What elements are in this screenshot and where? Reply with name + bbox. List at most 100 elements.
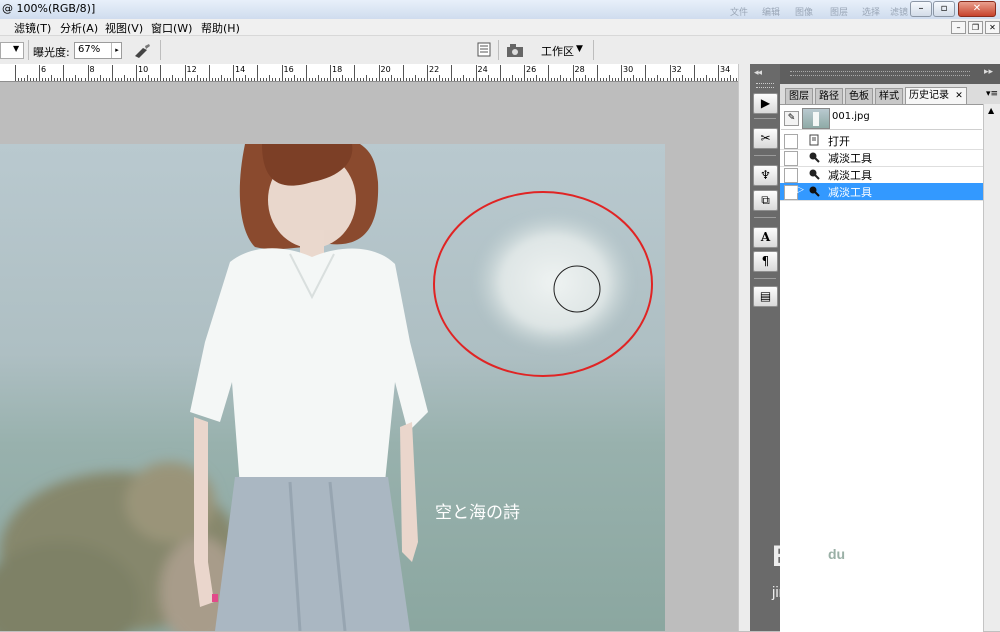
palette-well-icon[interactable]: [476, 42, 492, 57]
ruler-tick: [205, 78, 207, 81]
ruler-tick: [290, 78, 292, 81]
history-checkbox[interactable]: [784, 151, 798, 166]
ruler-tick: [539, 78, 541, 81]
history-row[interactable]: 减淡工具: [780, 149, 983, 167]
tools-icon[interactable]: ✂: [753, 128, 778, 149]
menu-help[interactable]: 帮助(H): [201, 20, 240, 36]
character-icon[interactable]: A: [753, 227, 778, 248]
history-checkbox[interactable]: [784, 134, 798, 149]
ruler-tick: [139, 78, 140, 81]
panel-menu-icon[interactable]: ▾≡: [986, 89, 998, 99]
ruler-tick: [69, 78, 71, 81]
options-bar: ▼ 曝光度: 67% ▸ 工作区 ▼: [0, 36, 1000, 65]
ruler-tick: [45, 78, 47, 81]
ruler-tick: [75, 75, 77, 81]
scroll-up-icon[interactable]: ▲: [988, 106, 994, 115]
minimize-button[interactable]: –: [910, 1, 932, 17]
ruler-tick: [129, 78, 131, 81]
ruler-tick: [590, 78, 592, 81]
ruler-tick: [578, 78, 580, 81]
collapse-dock-icon[interactable]: ◂◂: [754, 68, 776, 78]
menu-window[interactable]: 窗口(W): [151, 20, 192, 36]
ruler-tick: [621, 65, 622, 81]
clone-source-icon[interactable]: ⧉: [753, 190, 778, 211]
ruler-tick: [530, 78, 532, 81]
ruler-label: 20: [380, 65, 391, 74]
slider-arrow-icon[interactable]: ▸: [111, 43, 122, 58]
doc-restore-button[interactable]: ❐: [968, 21, 983, 34]
ruler-tick: [336, 78, 338, 81]
doc-close-button[interactable]: ✕: [985, 21, 1000, 34]
exposure-input[interactable]: 67% ▸: [74, 42, 122, 59]
baidu-url: jingyan.baidu.com: [772, 584, 893, 601]
tab-layers[interactable]: 图层: [785, 88, 813, 105]
history-state-slider-icon[interactable]: ▷: [797, 185, 804, 195]
ruler-tick: [569, 78, 571, 81]
play-icon[interactable]: ▶: [753, 93, 778, 114]
ruler-tick: [36, 78, 37, 81]
ruler-tick: [23, 78, 25, 81]
canvas-area[interactable]: 空と海の詩: [0, 82, 738, 631]
snapshot-row[interactable]: ✎ 001.jpg: [781, 107, 982, 130]
ruler-tick: [133, 78, 134, 81]
ruler-label: 34: [720, 65, 731, 74]
ruler-tick: [584, 75, 586, 81]
history-row[interactable]: 减淡工具: [780, 166, 983, 184]
ruler-tick: [32, 78, 34, 81]
history-checkbox[interactable]: [784, 168, 798, 183]
tab-styles[interactable]: 样式: [875, 88, 903, 105]
maximize-button[interactable]: ▫: [933, 1, 955, 17]
ruler-tick: [254, 78, 256, 81]
doc-minimize-button[interactable]: –: [951, 21, 966, 34]
ruler-tick: [60, 78, 62, 81]
ruler-tick: [181, 78, 183, 81]
dodged-area: [474, 212, 634, 352]
range-dropdown[interactable]: ▼: [0, 42, 24, 59]
ruler-tick: [242, 78, 244, 81]
dock-grip[interactable]: [756, 83, 774, 88]
ruler-tick: [439, 75, 441, 81]
ruler-tick: [172, 75, 174, 81]
ruler-tick: [487, 75, 489, 81]
ruler-tick: [345, 78, 347, 81]
close-icon[interactable]: ✕: [955, 91, 963, 101]
history-row[interactable]: 打开: [780, 132, 983, 150]
ruler-tick: [645, 65, 647, 81]
history-checkbox[interactable]: [784, 185, 798, 200]
close-button[interactable]: ✕: [958, 1, 996, 17]
history-brush-icon[interactable]: ✎: [784, 111, 799, 126]
ruler-tick: [527, 78, 528, 81]
ruler-tick: [54, 78, 56, 81]
menu-analysis[interactable]: 分析(A): [60, 20, 98, 36]
bridge-icon[interactable]: [504, 40, 528, 60]
layer-comps-icon[interactable]: ▤: [753, 286, 778, 307]
ruler-tick: [166, 78, 168, 81]
ruler-tick: [78, 78, 80, 81]
ruler-label: 30: [623, 65, 634, 74]
brush-presets-icon[interactable]: ♆: [753, 165, 778, 186]
paragraph-icon[interactable]: ¶: [753, 251, 778, 272]
snapshot-name: 001.jpg: [832, 111, 870, 122]
menu-view[interactable]: 视图(V): [105, 20, 143, 36]
tab-swatches[interactable]: 色板: [845, 88, 873, 105]
ruler-tick: [145, 78, 147, 81]
horizontal-ruler: 6 8 10 12 14 16 18 20 22 24 26 28 30 32 34: [0, 64, 738, 82]
ruler-tick: [675, 78, 677, 81]
tab-history[interactable]: 历史记录 ✕: [905, 87, 967, 105]
panel-grip[interactable]: [790, 71, 970, 76]
ruler-tick: [699, 78, 701, 81]
ruler-tick: [202, 78, 204, 81]
airbrush-icon[interactable]: [131, 40, 153, 60]
ruler-tick: [369, 78, 371, 81]
ruler-tick: [275, 78, 277, 81]
workspace-menu[interactable]: 工作区: [541, 43, 574, 59]
menu-filter[interactable]: 滤镜(T): [14, 20, 51, 36]
ruler-tick: [502, 78, 504, 81]
expand-panel-icon[interactable]: ▸▸: [984, 67, 993, 77]
photo-canvas[interactable]: 空と海の詩: [0, 82, 738, 631]
tab-paths[interactable]: 路径: [815, 88, 843, 105]
ruler-label: 26: [526, 65, 537, 74]
ruler-tick: [669, 65, 671, 81]
ruler-tick: [351, 78, 353, 81]
history-row-selected[interactable]: ▷ 减淡工具: [780, 183, 983, 201]
